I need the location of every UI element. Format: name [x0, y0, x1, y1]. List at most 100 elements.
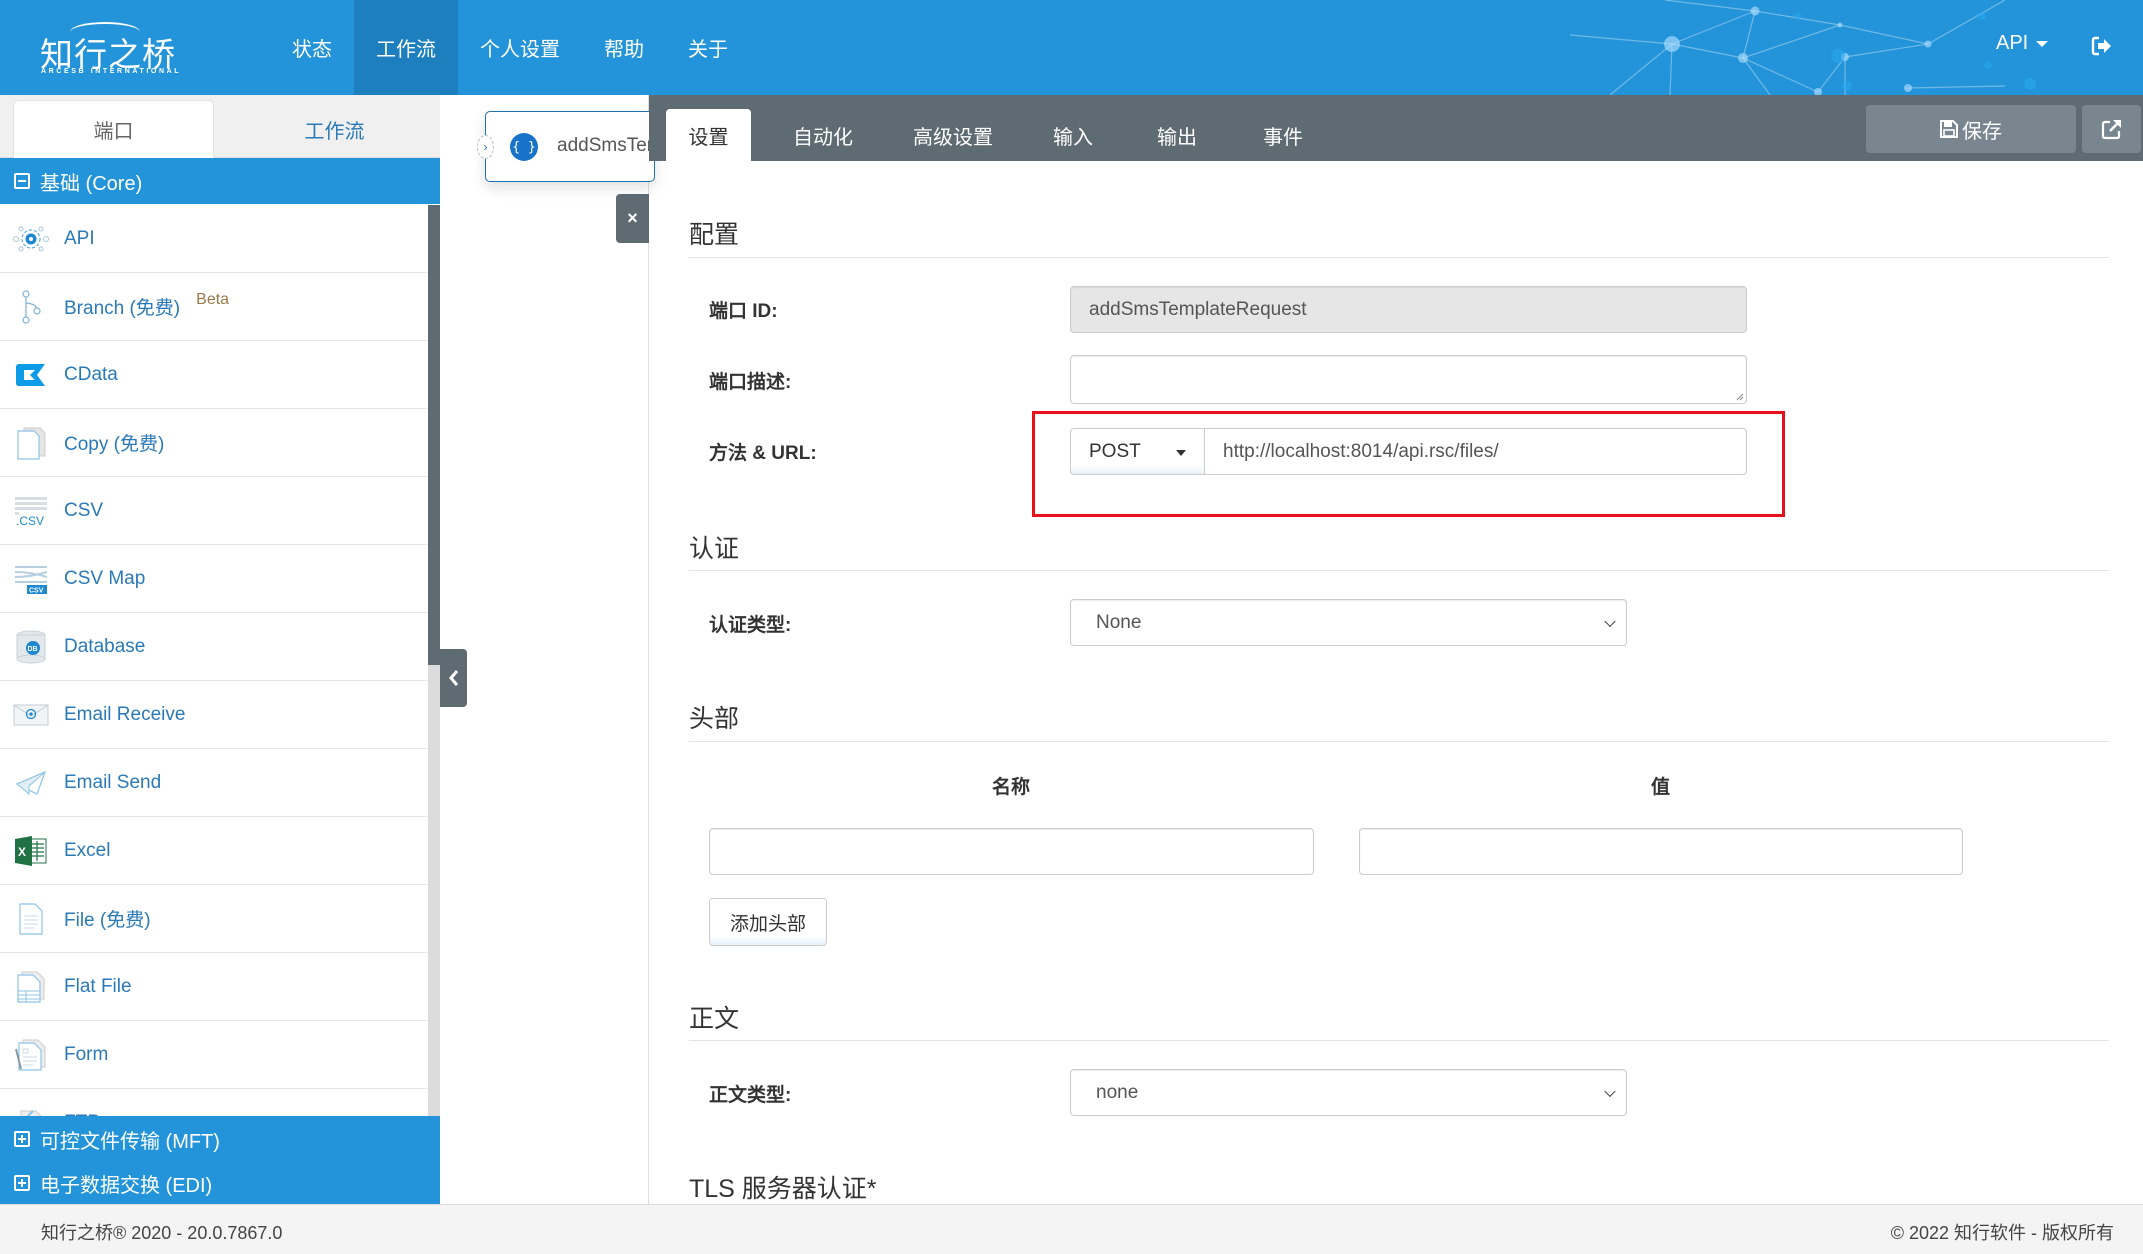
header-value-column: 值	[1651, 777, 1671, 798]
list-item-ftp[interactable]: FTP	[0, 1089, 428, 1116]
section-title-config: 配置	[689, 221, 740, 249]
sidebar: 端口 工作流 基础 (Core) API Branch (免费) Beta CD	[0, 95, 440, 1204]
user-menu-dropdown[interactable]: API	[1996, 32, 2049, 55]
header-name-input[interactable]	[709, 828, 1314, 875]
add-header-button[interactable]: 添加头部	[709, 898, 827, 946]
version-text: 知行之桥® 2020 - 20.0.7867.0	[41, 1223, 283, 1243]
nav-status[interactable]: 状态	[270, 0, 354, 95]
sidebar-scrollbar-thumb[interactable]	[428, 205, 440, 665]
list-item-label: CSV	[64, 499, 104, 521]
save-button[interactable]: 保存	[1866, 105, 2076, 153]
nav-personal-settings[interactable]: 个人设置	[458, 0, 582, 95]
plus-square-icon	[14, 1131, 30, 1147]
minus-square-icon	[14, 173, 30, 189]
api-gear-icon	[12, 220, 50, 258]
database-icon: DB	[12, 628, 50, 666]
paper-plane-icon	[12, 764, 50, 802]
copyright-text: © 2022 知行软件 - 版权所有	[1890, 1223, 2114, 1243]
logo[interactable]: 知行之桥 ARCESB INTERNATIONAL	[40, 18, 180, 78]
method-dropdown[interactable]: POST	[1070, 428, 1205, 475]
open-external-button[interactable]	[2082, 105, 2141, 153]
header-value-input[interactable]	[1359, 828, 1963, 875]
list-item-api[interactable]: API	[0, 205, 428, 273]
port-id-field[interactable]: addSmsTemplateRequest	[1070, 286, 1747, 333]
list-item-label: Copy (免费)	[64, 434, 165, 455]
floppy-disk-icon	[1940, 120, 1958, 138]
port-description-textarea[interactable]	[1070, 355, 1747, 404]
list-item-label: Excel	[64, 839, 111, 861]
divider	[689, 257, 2109, 258]
tab-events[interactable]: 事件	[1243, 109, 1323, 161]
port-id-value: addSmsTemplateRequest	[1089, 298, 1307, 320]
cdata-logo-icon	[12, 356, 50, 394]
list-item-label: Email Receive	[64, 703, 186, 725]
list-item-cdata[interactable]: CData	[0, 341, 428, 409]
workflow-node[interactable]: { } addSmsTemplateRequest	[485, 111, 655, 182]
tab-advanced[interactable]: 高级设置	[893, 109, 1013, 161]
logo-subtext: ARCESB INTERNATIONAL	[41, 68, 182, 75]
branch-icon	[12, 288, 50, 326]
section-title-tls: TLS 服务器认证*	[689, 1175, 877, 1203]
group-mft-label: 可控文件传输 (MFT)	[40, 1130, 220, 1153]
collapse-sidebar-button[interactable]	[440, 649, 467, 707]
tab-input[interactable]: 输入	[1033, 109, 1113, 161]
node-name: addSmsTemplateRequest	[557, 135, 654, 156]
list-item-database[interactable]: DB Database	[0, 613, 428, 681]
group-core[interactable]: 基础 (Core)	[0, 158, 440, 204]
list-item-csv-map[interactable]: CSV CSV Map	[0, 545, 428, 613]
list-item-label: CData	[64, 363, 118, 385]
group-mft[interactable]: 可控文件传输 (MFT)	[0, 1116, 440, 1162]
body-type-value: none	[1096, 1081, 1139, 1103]
group-edi[interactable]: 电子数据交换 (EDI)	[0, 1162, 440, 1204]
url-input[interactable]: http://localhost:8014/api.rsc/files/	[1204, 428, 1747, 475]
sidebar-tab-ports[interactable]: 端口	[13, 100, 214, 158]
tab-automation[interactable]: 自动化	[773, 109, 873, 161]
list-item-label: Branch (免费)	[64, 298, 181, 319]
beta-badge: Beta	[196, 290, 230, 308]
list-item-csv[interactable]: .CSV CSV	[0, 477, 428, 545]
list-item-label: API	[64, 227, 95, 249]
divider	[689, 1040, 2109, 1041]
connector-list: API Branch (免费) Beta CData Copy (免费) .CS…	[0, 205, 428, 1116]
list-item-label: Email Send	[64, 771, 162, 793]
nav-help[interactable]: 帮助	[582, 0, 666, 95]
sign-out-icon[interactable]	[2091, 35, 2113, 57]
list-item-form[interactable]: Form	[0, 1021, 428, 1089]
list-item-branch[interactable]: Branch (免费) Beta	[0, 273, 428, 341]
svg-text:.CSV: .CSV	[16, 514, 44, 527]
list-item-email-receive[interactable]: Email Receive	[0, 681, 428, 749]
excel-icon: X	[12, 832, 50, 870]
group-core-label: 基础 (Core)	[40, 172, 143, 195]
list-item-copy[interactable]: Copy (免费)	[0, 409, 428, 477]
workflow-canvas: › { } addSmsTemplateRequest	[467, 95, 655, 1204]
port-description-label: 端口描述:	[709, 372, 792, 393]
close-icon: ×	[627, 208, 638, 228]
auth-type-label: 认证类型:	[709, 615, 792, 636]
list-item-excel[interactable]: X Excel	[0, 817, 428, 885]
sidebar-tab-workflow[interactable]: 工作流	[234, 100, 435, 158]
method-url-label: 方法 & URL:	[709, 443, 817, 464]
nav-about[interactable]: 关于	[666, 0, 750, 95]
auth-type-select[interactable]: None	[1070, 599, 1627, 646]
list-item-flat-file[interactable]: Flat File	[0, 953, 428, 1021]
list-item-file[interactable]: File (免费)	[0, 885, 428, 953]
list-item-email-send[interactable]: Email Send	[0, 749, 428, 817]
section-title-auth: 认证	[689, 535, 740, 563]
chevron-down-icon	[1604, 615, 1616, 627]
close-panel-button[interactable]: ×	[616, 194, 649, 243]
tab-output[interactable]: 输出	[1137, 109, 1217, 161]
auth-type-value: None	[1096, 611, 1142, 633]
tab-settings[interactable]: 设置	[666, 109, 751, 161]
nav-workflow[interactable]: 工作流	[354, 0, 458, 95]
curly-braces-icon: { }	[510, 133, 538, 161]
external-link-icon	[2101, 120, 2121, 140]
method-value: POST	[1089, 440, 1141, 462]
save-label: 保存	[1962, 120, 2002, 143]
plus-square-icon	[14, 1175, 30, 1191]
sidebar-scrollbar[interactable]	[428, 205, 440, 1116]
main-nav: 状态 工作流 个人设置 帮助 关于	[270, 0, 750, 95]
node-input-connector[interactable]: ›	[477, 135, 494, 159]
resize-handle-icon[interactable]	[1735, 392, 1744, 401]
body-type-select[interactable]: none	[1070, 1069, 1627, 1116]
list-item-label: Database	[64, 635, 146, 657]
